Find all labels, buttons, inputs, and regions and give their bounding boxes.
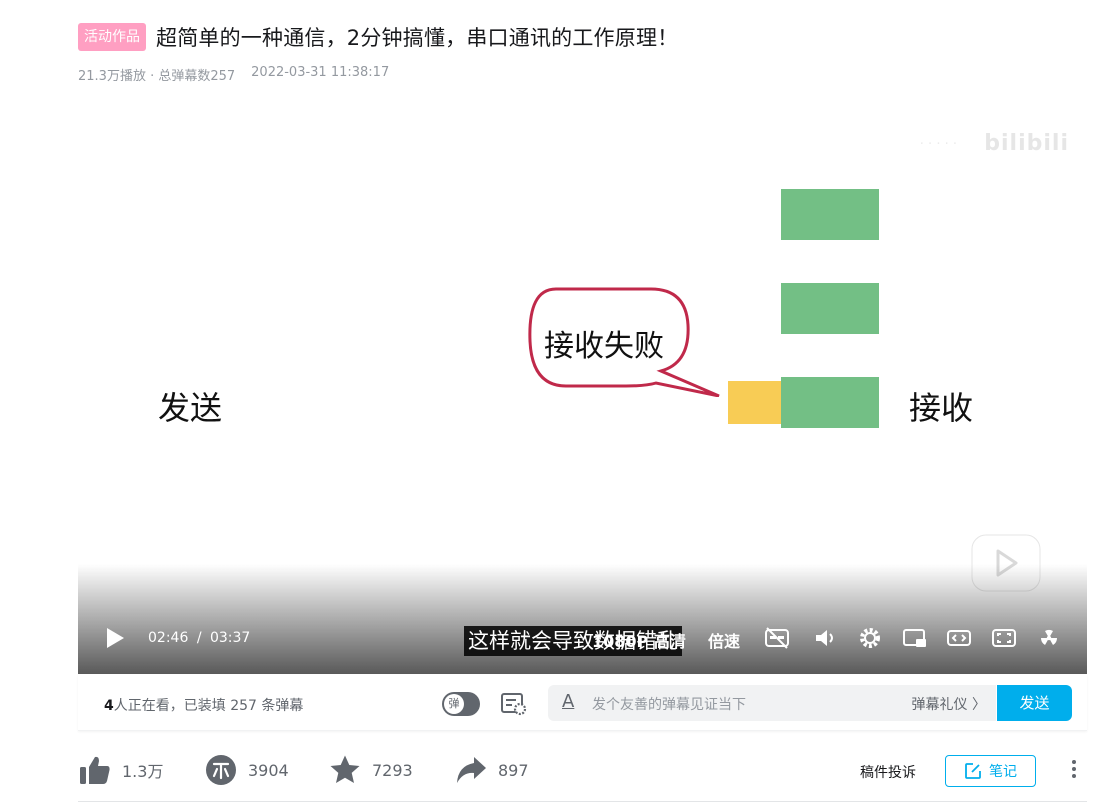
- viewers-count: 4: [104, 698, 114, 714]
- time-separator: /: [196, 630, 202, 646]
- viewers-text: 人正在看，已装填 257 条弹幕: [113, 698, 304, 714]
- webfullscreen-icon[interactable]: [991, 626, 1017, 650]
- radiation-icon[interactable]: [1036, 626, 1062, 650]
- scene-send-label: 发送: [158, 389, 223, 427]
- favorite-count: 7293: [372, 760, 413, 780]
- danmaku-bar: 4人正在看，已装填 257 条弹幕 弹 A 发个友善的弹幕见证当下 弹幕礼仪 〉…: [78, 675, 1087, 731]
- publish-date: 2022-03-31 11:38:17: [251, 65, 390, 80]
- danmaku-toggle[interactable]: 弹: [442, 692, 480, 716]
- viewers-info: 4人正在看，已装填 257 条弹幕: [104, 695, 303, 715]
- title-row: 活动作品 超简单的一种通信，2分钟搞懂，串口通讯的工作原理！: [78, 22, 678, 52]
- pip-icon[interactable]: [902, 626, 928, 650]
- report-link[interactable]: 稿件投诉: [860, 762, 916, 782]
- danmaku-etiquette-link[interactable]: 弹幕礼仪 〉: [912, 694, 986, 714]
- scene-receive-label: 接收: [909, 389, 974, 427]
- notes-button[interactable]: 笔记: [945, 755, 1036, 787]
- like-button[interactable]: 1.3万: [78, 754, 163, 786]
- subtitle-off-icon[interactable]: [764, 626, 790, 650]
- more-options-icon[interactable]: [1070, 758, 1078, 780]
- volume-icon[interactable]: [812, 626, 838, 650]
- activity-tag[interactable]: 活动作品: [78, 23, 146, 51]
- watermark-uploader: · · · · ·: [919, 137, 957, 152]
- bubble-text: 接收失败: [544, 329, 664, 364]
- notes-label: 笔记: [989, 764, 1017, 780]
- share-arrow-icon: [457, 757, 486, 783]
- font-style-icon[interactable]: A: [562, 691, 574, 712]
- video-title: 超简单的一种通信，2分钟搞懂，串口通讯的工作原理！: [156, 26, 679, 50]
- video-player[interactable]: · · · · · bilibili 发送 接收 接收失败 02:46 / 03…: [78, 107, 1087, 674]
- share-button[interactable]: 897: [454, 754, 529, 786]
- star-icon: [330, 755, 360, 783]
- share-count: 897: [498, 760, 529, 780]
- player-controls: 02:46 / 03:37 这样就会导致数据错乱 1080P 高清 倍速: [78, 616, 1087, 660]
- time-current: 02:46: [148, 630, 189, 646]
- danmaku-input[interactable]: A 发个友善的弹幕见证当下 弹幕礼仪 〉: [548, 685, 996, 721]
- play-icon[interactable]: [104, 626, 126, 650]
- coin-icon: [206, 755, 236, 785]
- coin-count: 3904: [248, 760, 289, 780]
- toolbar-divider: [78, 801, 1087, 802]
- coin-button[interactable]: 3904: [204, 754, 289, 786]
- speed-button[interactable]: 倍速: [708, 628, 740, 652]
- view-danmaku-count: 21.3万播放 · 总弹幕数257: [78, 69, 236, 84]
- danmaku-send-button[interactable]: 发送: [997, 685, 1072, 721]
- data-block-partial: [728, 381, 781, 424]
- video-meta: 21.3万播放 · 总弹幕数257 2022-03-31 11:38:17: [78, 65, 389, 84]
- edit-note-icon: [965, 763, 981, 779]
- thumbs-up-icon: [80, 756, 110, 784]
- danmaku-placeholder: 发个友善的弹幕见证当下: [592, 697, 746, 713]
- time-display: 02:46 / 03:37: [148, 630, 250, 646]
- data-block-3: [781, 377, 879, 428]
- widescreen-icon[interactable]: [946, 626, 972, 650]
- time-total: 03:37: [209, 630, 251, 646]
- like-count: 1.3万: [122, 762, 164, 781]
- danmaku-toggle-label: 弹: [444, 694, 464, 714]
- quality-button[interactable]: 1080P 高清: [592, 628, 686, 652]
- bilibili-watermark: bilibili: [984, 131, 1069, 156]
- data-block-2: [781, 283, 879, 334]
- danmaku-settings-icon[interactable]: [500, 692, 528, 716]
- data-block-1: [781, 189, 879, 240]
- favorite-button[interactable]: 7293: [328, 754, 413, 786]
- video-toolbar: 1.3万 3904 7293 897 稿件投诉 笔记: [78, 750, 1087, 790]
- settings-icon[interactable]: [857, 626, 883, 650]
